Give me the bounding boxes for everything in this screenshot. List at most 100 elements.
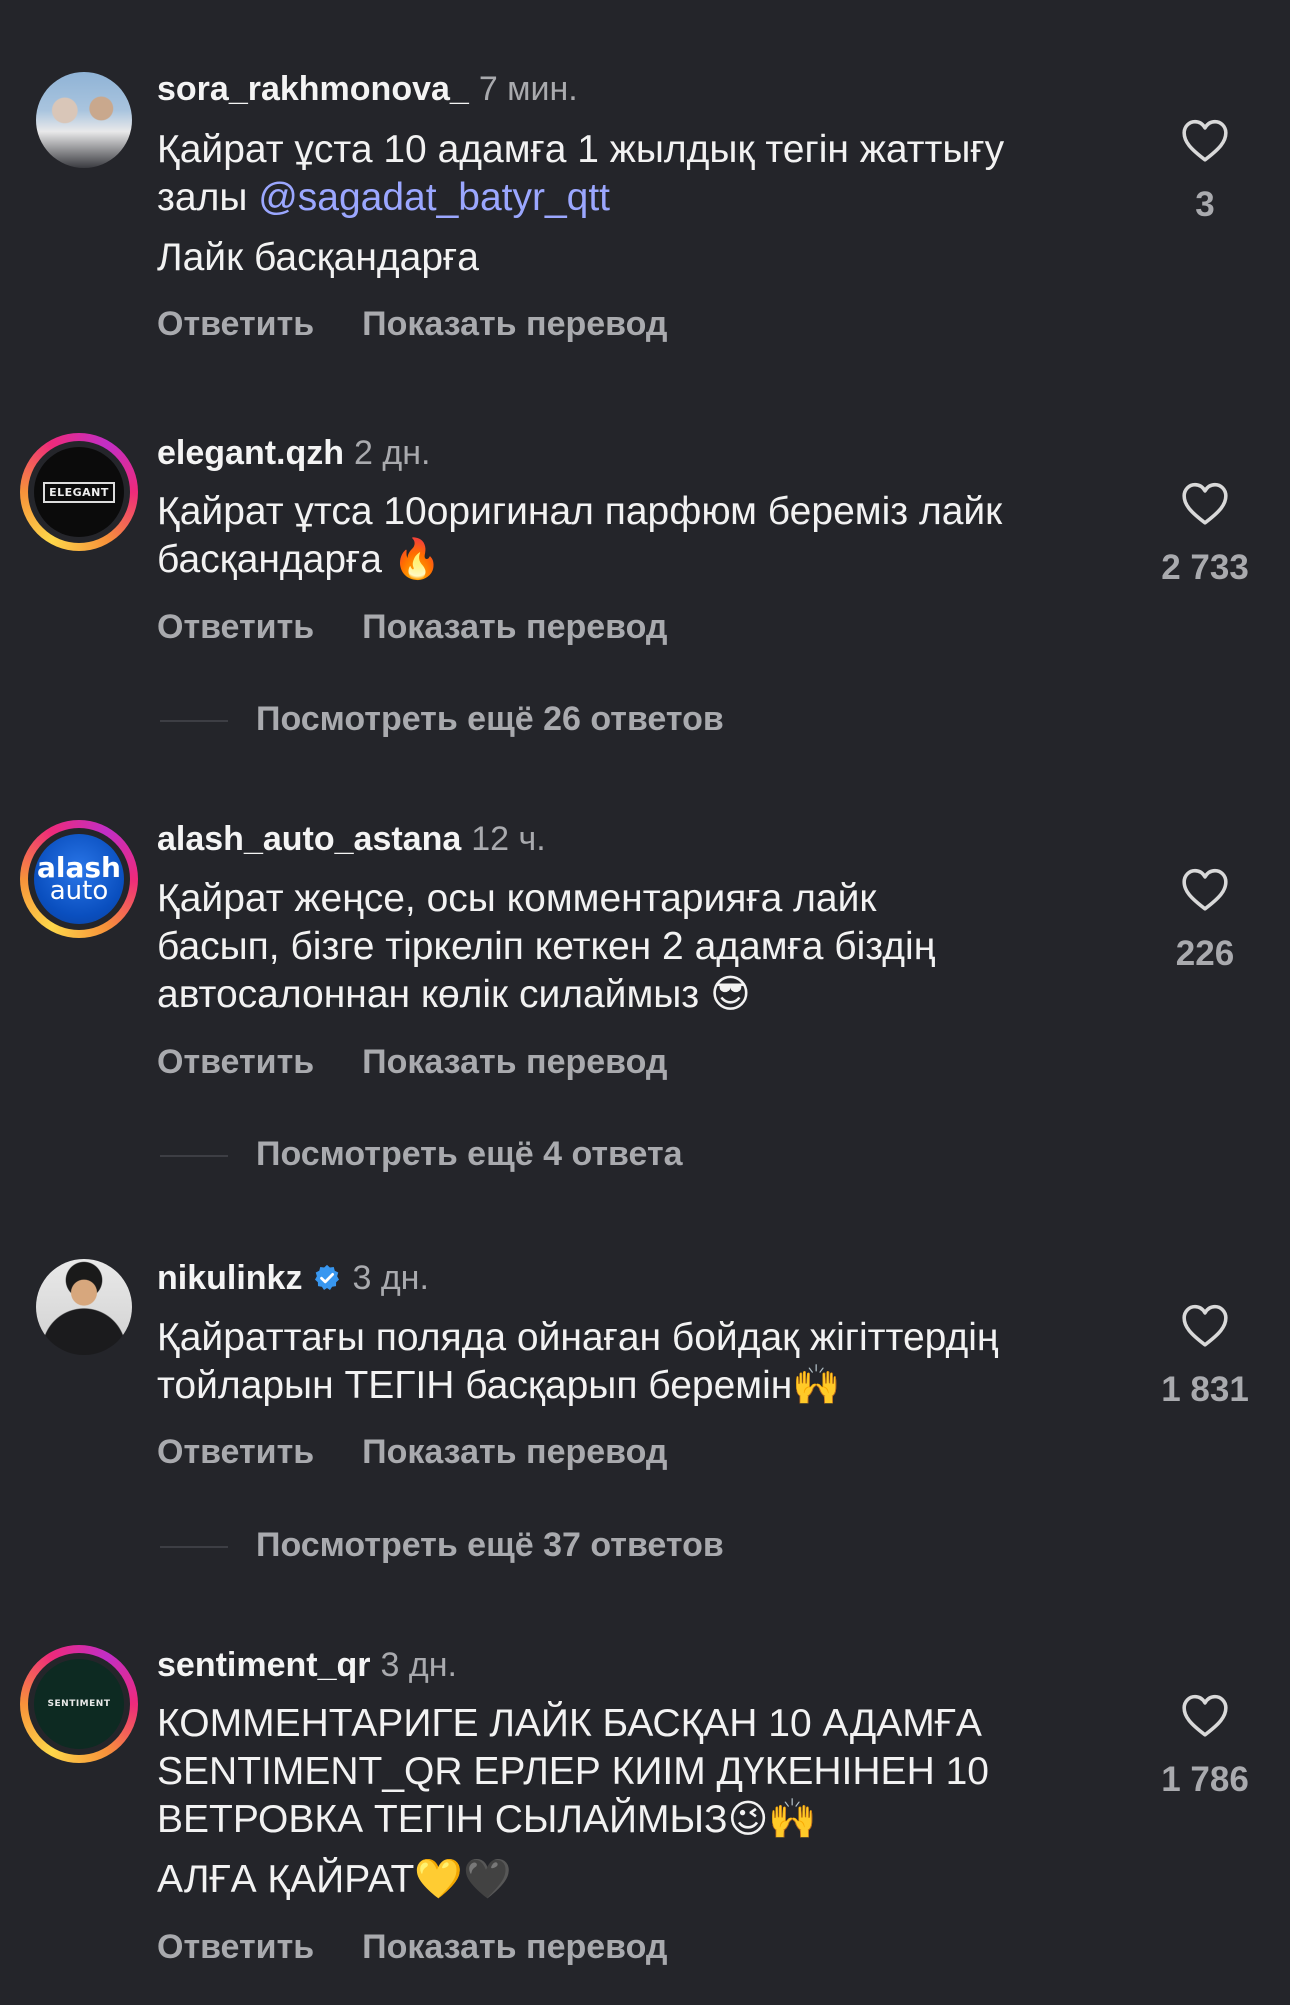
comment-line-text: автосалоннан көлік силаймыз bbox=[157, 973, 711, 1016]
avatar-frame bbox=[36, 1259, 132, 1355]
sunglasses-emoji: 😎 bbox=[710, 972, 751, 1017]
hearts-emoji: 💛🖤 bbox=[414, 1857, 512, 1902]
comment-text: КОММЕНТАРИГЕ ЛАЙК БАСҚАН 10 АДАМҒА SENTI… bbox=[157, 1700, 1137, 1904]
like-control: 1 786 bbox=[1150, 1692, 1260, 1800]
reply-button[interactable]: Ответить bbox=[157, 1043, 314, 1081]
like-control: 3 bbox=[1150, 117, 1260, 225]
like-count: 2 733 bbox=[1161, 548, 1249, 587]
reply-button[interactable]: Ответить bbox=[157, 608, 314, 646]
view-more-replies-button[interactable]: Посмотреть ещё 4 ответа bbox=[160, 1135, 683, 1174]
comment-line: Қайрат ұста 10 адамға 1 жылдық тегін жат… bbox=[157, 128, 1005, 171]
comment-line: басқандарға 🔥 bbox=[157, 536, 1137, 584]
view-more-replies-button[interactable]: Посмотреть ещё 26 ответов bbox=[160, 700, 724, 739]
show-translation-button[interactable]: Показать перевод bbox=[362, 608, 667, 646]
comment-line: Қайрат жеңсе, осы комментарияға лайк bbox=[157, 877, 877, 920]
replies-divider bbox=[160, 1155, 228, 1158]
reply-button[interactable]: Ответить bbox=[157, 305, 314, 343]
avatar[interactable]: alash auto bbox=[20, 820, 138, 938]
avatar[interactable] bbox=[20, 56, 138, 174]
comment-line: SENTIMENT_QR ЕРЛЕР КИІМ ДҮКЕНІНЕН 10 bbox=[157, 1750, 989, 1793]
like-count: 3 bbox=[1195, 185, 1215, 224]
comment-line: тойларын ТЕГІН басқарып беремін🙌 bbox=[157, 1362, 1137, 1410]
avatar[interactable] bbox=[20, 1243, 138, 1361]
avatar-logo-text: ELEGANT bbox=[43, 481, 115, 503]
avatar-frame: ELEGANT bbox=[28, 441, 130, 543]
comment-line: ВЕТРОВКА ТЕГІН СЫЛАЙМЫЗ😉🙌 bbox=[157, 1796, 1137, 1844]
view-more-replies-label: Посмотреть ещё 37 ответов bbox=[256, 1526, 724, 1564]
comment-line-text: залы bbox=[157, 176, 259, 219]
heart-icon[interactable] bbox=[1180, 1692, 1230, 1738]
comment-line: АЛҒА ҚАЙРАТ💛🖤 bbox=[157, 1856, 1137, 1904]
avatar-photo bbox=[36, 72, 132, 168]
view-more-replies-label: Посмотреть ещё 4 ответа bbox=[256, 1135, 683, 1173]
comment-header: alash_auto_astana 12 ч. bbox=[157, 820, 546, 859]
heart-icon[interactable] bbox=[1180, 1302, 1230, 1348]
avatar[interactable]: ELEGANT bbox=[20, 433, 138, 551]
heart-icon[interactable] bbox=[1180, 480, 1230, 526]
like-control: 226 bbox=[1150, 866, 1260, 974]
like-control: 1 831 bbox=[1150, 1302, 1260, 1410]
avatar-frame bbox=[36, 72, 132, 168]
timestamp: 3 дн. bbox=[380, 1646, 457, 1684]
comment-header: sentiment_qr 3 дн. bbox=[157, 1646, 457, 1685]
comment-line: Лайк басқандарға bbox=[157, 236, 479, 279]
raised-hands-emoji: 🙌 bbox=[792, 1363, 841, 1408]
comment-line: Қайрат ұтса 10оригинал парфюм береміз ла… bbox=[157, 490, 1003, 533]
like-count: 1 786 bbox=[1161, 1760, 1249, 1799]
comment-line: КОММЕНТАРИГЕ ЛАЙК БАСҚАН 10 АДАМҒА bbox=[157, 1702, 982, 1745]
replies-divider bbox=[160, 1546, 228, 1549]
timestamp: 7 мин. bbox=[478, 70, 578, 108]
comment-line-text: ВЕТРОВКА ТЕГІН СЫЛАЙМЫЗ bbox=[157, 1798, 728, 1841]
comment-text: Қайрат жеңсе, осы комментарияға лайк бас… bbox=[157, 875, 1137, 1019]
comment-actions: Ответить Показать перевод bbox=[157, 1043, 668, 1082]
avatar-logo: alash auto bbox=[34, 834, 124, 924]
comment-line: залы @sagadat_batyr_qtt bbox=[157, 174, 1137, 222]
avatar[interactable]: SENTIMENT bbox=[20, 1645, 138, 1763]
like-count: 1 831 bbox=[1161, 1370, 1249, 1409]
view-more-replies-button[interactable]: Посмотреть ещё 37 ответов bbox=[160, 1526, 724, 1565]
comment-actions: Ответить Показать перевод bbox=[157, 1928, 668, 1967]
comment-actions: Ответить Показать перевод bbox=[157, 1433, 668, 1472]
heart-icon[interactable] bbox=[1180, 117, 1230, 163]
comment-text: Қайраттағы поляда ойнаған бойдақ жігітте… bbox=[157, 1314, 1137, 1410]
timestamp: 3 дн. bbox=[352, 1259, 429, 1297]
reply-button[interactable]: Ответить bbox=[157, 1928, 314, 1966]
mention-link[interactable]: @sagadat_batyr_qtt bbox=[258, 176, 610, 219]
avatar-logo-text: auto bbox=[49, 875, 109, 906]
comment-line-text: АЛҒА ҚАЙРАТ bbox=[157, 1858, 415, 1901]
avatar-photo bbox=[36, 1259, 132, 1355]
comment-header: sora_rakhmonova_ 7 мин. bbox=[157, 70, 578, 109]
username[interactable]: alash_auto_astana bbox=[157, 820, 461, 858]
view-more-replies-label: Посмотреть ещё 26 ответов bbox=[256, 700, 724, 738]
show-translation-button[interactable]: Показать перевод bbox=[362, 1433, 667, 1471]
comment-line-text: басқандарға bbox=[157, 538, 393, 581]
comment-text: Қайрат ұтса 10оригинал парфюм береміз ла… bbox=[157, 488, 1137, 584]
verified-badge-icon bbox=[315, 1264, 340, 1290]
avatar-logo: SENTIMENT bbox=[34, 1659, 124, 1749]
comment-line: Қайраттағы поляда ойнаған бойдақ жігітте… bbox=[157, 1316, 999, 1359]
like-control: 2 733 bbox=[1150, 480, 1260, 588]
avatar-frame: SENTIMENT bbox=[28, 1653, 130, 1755]
timestamp: 12 ч. bbox=[471, 820, 546, 858]
heart-icon[interactable] bbox=[1180, 866, 1230, 912]
comment-text: Қайрат ұста 10 адамға 1 жылдық тегін жат… bbox=[157, 126, 1137, 282]
show-translation-button[interactable]: Показать перевод bbox=[362, 1928, 667, 1966]
wink-raised-hands-emoji: 😉🙌 bbox=[727, 1797, 817, 1842]
comment-header: nikulinkz 3 дн. bbox=[157, 1259, 429, 1298]
comment-line-text: тойларын ТЕГІН басқарып беремін bbox=[157, 1364, 793, 1407]
avatar-logo-text: SENTIMENT bbox=[47, 1699, 111, 1709]
comment-header: elegant.qzh 2 дн. bbox=[157, 434, 430, 473]
comment-actions: Ответить Показать перевод bbox=[157, 305, 668, 344]
comment-actions: Ответить Показать перевод bbox=[157, 608, 668, 647]
reply-button[interactable]: Ответить bbox=[157, 1433, 314, 1471]
like-count: 226 bbox=[1175, 934, 1235, 973]
username[interactable]: sora_rakhmonova_ bbox=[157, 70, 469, 108]
username[interactable]: sentiment_qr bbox=[157, 1646, 371, 1684]
show-translation-button[interactable]: Показать перевод bbox=[362, 1043, 667, 1081]
avatar-frame: alash auto bbox=[28, 828, 130, 930]
show-translation-button[interactable]: Показать перевод bbox=[362, 305, 667, 343]
username[interactable]: elegant.qzh bbox=[157, 434, 344, 472]
comment-line: автосалоннан көлік силаймыз 😎 bbox=[157, 971, 1137, 1019]
username[interactable]: nikulinkz bbox=[157, 1259, 302, 1297]
avatar-logo: ELEGANT bbox=[34, 447, 124, 537]
